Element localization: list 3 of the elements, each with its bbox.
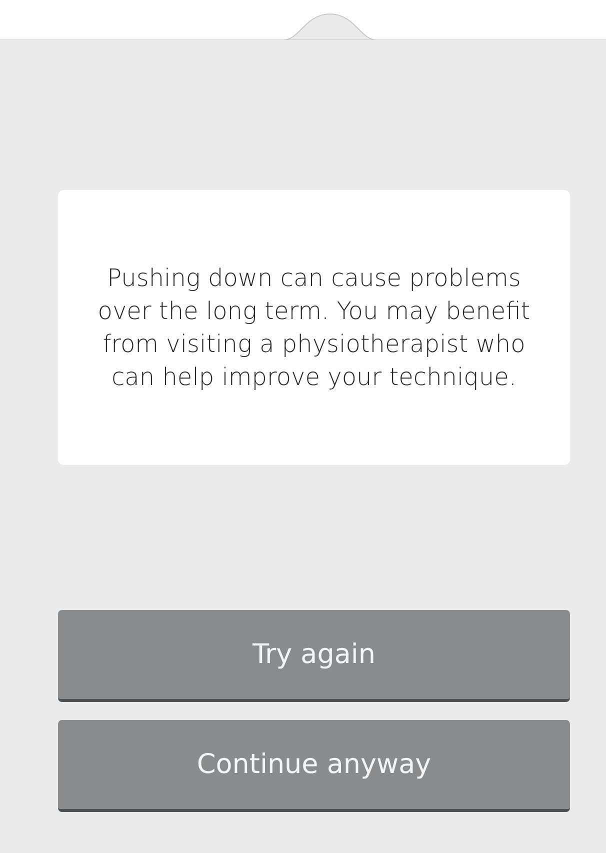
action-button[interactable]: Continue anyway	[58, 720, 570, 812]
message-text: Pushing down can cause problems over the long term. You may benefit from visiting a physiotherapist who can help improve your technique.	[96, 262, 532, 392]
action-button[interactable]: Try again	[58, 610, 570, 702]
